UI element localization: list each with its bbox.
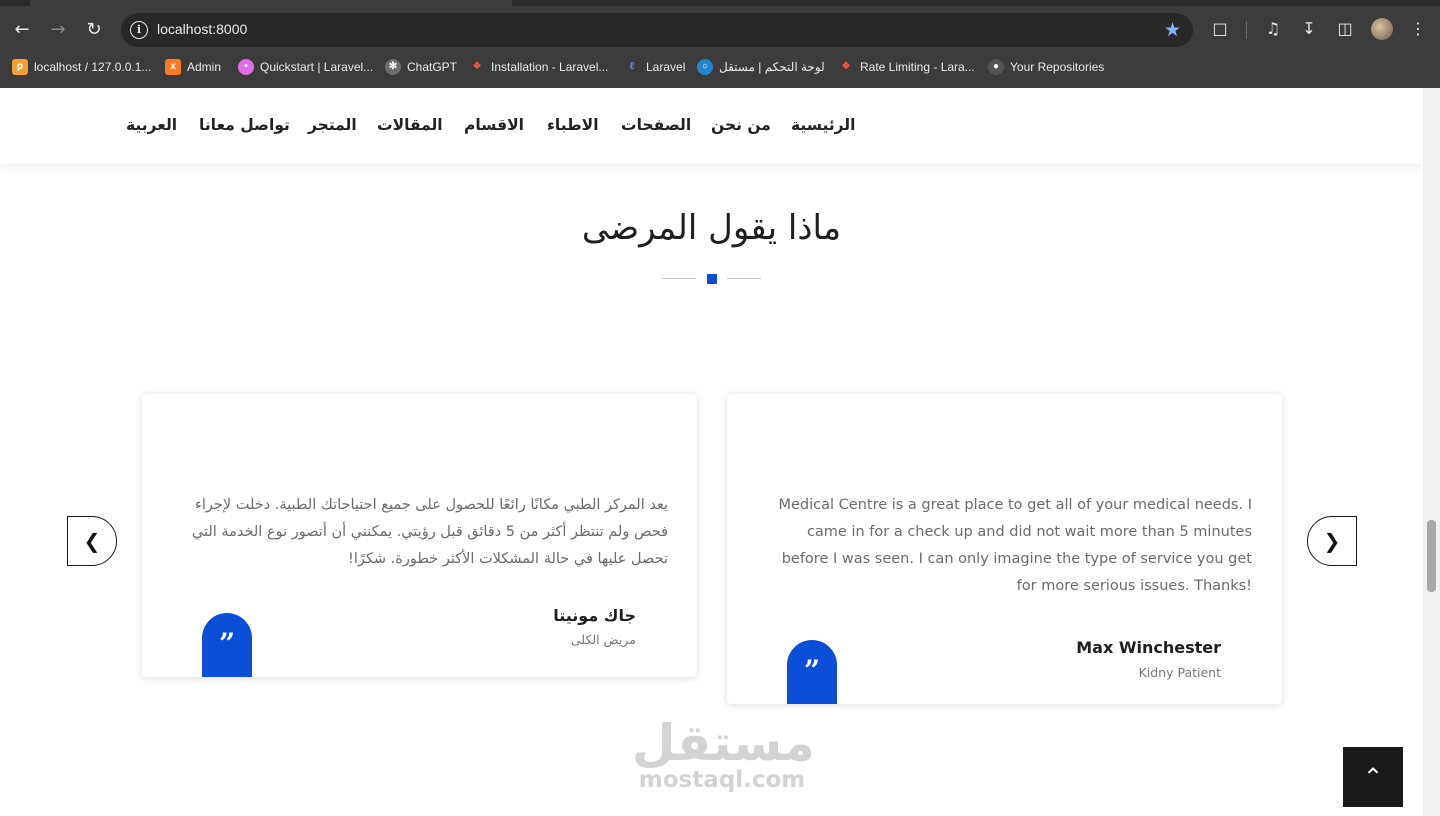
testimonial-text: يعد المركز الطبي مكانًا رائعًا للحصول عل… [191, 497, 668, 567]
laravel-ide-icon: ℓ [629, 61, 635, 72]
carousel-next-button[interactable]: ❯ [1307, 516, 1357, 566]
address-url[interactable]: localhost:8000 [157, 21, 247, 37]
phpmyadmin-icon: p [12, 59, 28, 75]
livewire-icon: • [238, 59, 254, 75]
title-divider-left [662, 278, 696, 279]
bookmark-item[interactable]: p localhost / 127.0.0.1... [12, 58, 151, 76]
nav-item-articles[interactable]: المقالات [377, 116, 443, 134]
page-viewport: الرئيسية من نحن الصفحات الاطباء الاقسام … [0, 88, 1423, 816]
title-divider-right [727, 278, 761, 279]
download-icon[interactable]: ↧ [1298, 18, 1320, 40]
bookmark-label: Laravel [646, 60, 686, 74]
menu-icon[interactable]: ⋮ [1407, 18, 1429, 40]
profile-avatar[interactable] [1371, 18, 1393, 40]
bookmark-item[interactable]: ❖ Installation - Laravel... [469, 58, 609, 76]
mostaql-watermark: مستقل mostaql.com [632, 714, 815, 793]
toolbar-separator [1246, 21, 1247, 39]
forward-icon[interactable]: → [46, 18, 70, 42]
browser-chrome: ← → ↻ i localhost:8000 ★ □ ♫ ↧ ◫ ⋮ p loc… [0, 0, 1440, 88]
side-panel-icon[interactable]: ◫ [1334, 18, 1356, 40]
page-scrollbar[interactable] [1423, 88, 1440, 816]
address-bar[interactable]: i localhost:8000 ★ [121, 13, 1193, 47]
bookmark-label: Rate Limiting - Lara... [860, 60, 975, 74]
testimonial-card: يعد المركز الطبي مكانًا رائعًا للحصول عل… [142, 394, 697, 677]
watermark-arabic: مستقل [632, 714, 815, 772]
nav-item-pages[interactable]: الصفحات [621, 116, 691, 134]
bookmark-star-icon[interactable]: ★ [1164, 19, 1181, 41]
scrollbar-thumb[interactable] [1427, 520, 1436, 592]
xampp-icon: x [165, 59, 181, 75]
bookmark-label: localhost / 127.0.0.1... [34, 60, 152, 74]
nav-item-home[interactable]: الرئيسية [791, 116, 855, 134]
bookmark-item[interactable]: • Quickstart | Laravel... [238, 58, 373, 76]
bookmarks-bar: p localhost / 127.0.0.1... x Admin • Qui… [0, 58, 1440, 88]
quote-icon: ” [202, 613, 252, 677]
bookmark-label: ChatGPT [407, 60, 458, 74]
back-to-top-button[interactable]: ⌃ [1343, 747, 1403, 807]
bookmark-item[interactable]: ● Your Repositories [988, 58, 1104, 76]
testimonial-author-name: جاك مونيتا [553, 606, 636, 625]
nav-item-about[interactable]: من نحن [711, 116, 771, 134]
chevron-right-icon: ❯ [1323, 529, 1341, 553]
bookmark-item[interactable]: ✻ ChatGPT [385, 58, 457, 76]
title-divider-dot [707, 274, 717, 284]
bookmark-label: Quickstart | Laravel... [260, 60, 374, 74]
tab-sliver-left [0, 0, 30, 6]
laravel-icon: ❖ [841, 61, 851, 72]
bookmark-label: Your Repositories [1010, 60, 1105, 74]
site-navbar: الرئيسية من نحن الصفحات الاطباء الاقسام … [0, 88, 1423, 164]
back-icon[interactable]: ← [10, 18, 34, 42]
testimonial-card: Medical Centre is a great place to get a… [727, 394, 1282, 704]
site-info-icon[interactable]: i [130, 21, 148, 39]
bookmark-item[interactable]: x Admin [165, 58, 221, 76]
laravel-icon: ❖ [472, 61, 482, 72]
nav-item-contact[interactable]: تواصل معانا [199, 116, 290, 134]
chatgpt-icon: ✻ [385, 59, 401, 75]
nav-item-language[interactable]: العربية [126, 116, 177, 134]
extensions-icon[interactable]: □ [1209, 18, 1231, 40]
mostaql-icon: ○ [697, 59, 713, 75]
bookmark-item[interactable]: ℓ Laravel [624, 58, 686, 76]
watermark-latin: mostaql.com [638, 767, 806, 793]
media-control-icon[interactable]: ♫ [1262, 18, 1284, 40]
github-icon: ● [988, 59, 1004, 75]
testimonial-text: Medical Centre is a great place to get a… [778, 497, 1252, 594]
section-title: ماذا يقول المرضى [581, 208, 842, 248]
bookmark-label: Admin [187, 60, 222, 74]
chevron-up-icon: ⌃ [1362, 763, 1384, 791]
bookmark-label: Installation - Laravel... [491, 60, 609, 74]
bookmark-label: لوحة التحكم | مستقل [719, 60, 825, 74]
reload-icon[interactable]: ↻ [82, 18, 106, 42]
carousel-prev-button[interactable]: ❮ [67, 516, 117, 566]
testimonial-author-role: مريض الكلى [570, 632, 636, 647]
testimonial-author-name: Max Winchester [1076, 638, 1221, 657]
bookmark-item[interactable]: ○ لوحة التحكم | مستقل [697, 58, 825, 76]
nav-item-store[interactable]: المتجر [308, 116, 357, 134]
tab-sliver-right [512, 0, 1440, 6]
quote-icon: ” [787, 640, 837, 704]
chevron-left-icon: ❮ [83, 529, 101, 553]
nav-item-departments[interactable]: الاقسام [464, 116, 524, 134]
browser-toolbar: ← → ↻ i localhost:8000 ★ □ ♫ ↧ ◫ ⋮ [0, 0, 1440, 58]
bookmark-item[interactable]: ❖ Rate Limiting - Lara... [838, 58, 975, 76]
nav-item-doctors[interactable]: الاطباء [547, 116, 599, 134]
testimonial-author-role: Kidny Patient [1138, 665, 1221, 680]
